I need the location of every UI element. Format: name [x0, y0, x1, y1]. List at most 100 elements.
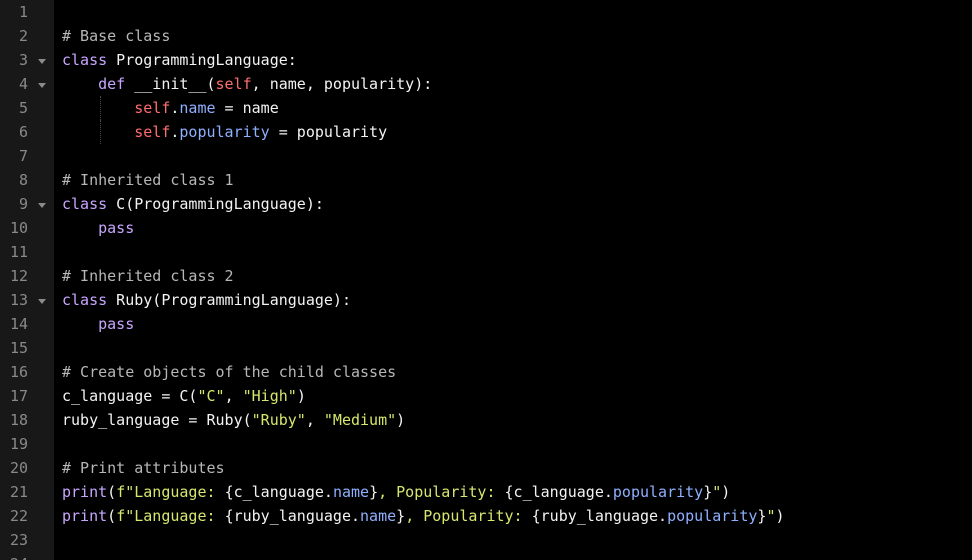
code-line[interactable]	[62, 0, 972, 24]
code-line[interactable]: class ProgrammingLanguage:	[62, 48, 972, 72]
code-token: pass	[98, 315, 135, 333]
code-token: class	[62, 195, 108, 213]
code-line[interactable]: # Base class	[62, 24, 972, 48]
line-number: 5	[18, 99, 28, 117]
code-token: , Popularity:	[378, 483, 505, 501]
code-token: popularity	[179, 123, 270, 141]
code-token: )	[296, 387, 306, 405]
fold-chevron-icon[interactable]	[36, 72, 48, 96]
code-area[interactable]: # Base class class ProgrammingLanguage: d…	[54, 0, 972, 560]
code-line[interactable]: def __init__(self, name, popularity):	[62, 72, 972, 96]
code-token: = name	[215, 99, 279, 117]
code-token: , Popularity:	[405, 507, 532, 525]
code-token: self	[215, 75, 252, 93]
line-number: 7	[18, 147, 28, 165]
gutter-row: 24	[0, 552, 54, 560]
line-number: 2	[18, 27, 28, 45]
code-token: "Ruby"	[251, 411, 306, 429]
code-line[interactable]: c_language = C("C", "High")	[62, 384, 972, 408]
code-line[interactable]: print(f"Language: {ruby_language.name}, …	[62, 504, 972, 528]
code-token: self	[134, 99, 171, 117]
gutter-row: 21	[0, 480, 54, 504]
code-token: ProgrammingLanguage:	[107, 51, 297, 69]
code-token: )	[396, 411, 406, 429]
line-number: 9	[18, 195, 28, 213]
code-token: c_language = C(	[62, 387, 198, 405]
code-line[interactable]: # Print attributes	[62, 456, 972, 480]
gutter-row: 14	[0, 312, 54, 336]
code-editor[interactable]: 123456789101112131415161718192021222324 …	[0, 0, 972, 560]
code-line[interactable]: class Ruby(ProgrammingLanguage):	[62, 288, 972, 312]
fold-chevron-icon[interactable]	[36, 48, 48, 72]
code-line[interactable]: class C(ProgrammingLanguage):	[62, 192, 972, 216]
code-token: )	[775, 507, 785, 525]
code-line[interactable]	[62, 432, 972, 456]
code-line[interactable]: pass	[62, 312, 972, 336]
code-token: # Create objects of the child classes	[62, 363, 397, 381]
line-number: 15	[9, 339, 28, 357]
code-token: (	[107, 483, 117, 501]
code-line[interactable]: # Inherited class 2	[62, 264, 972, 288]
gutter-row: 17	[0, 384, 54, 408]
line-number-gutter: 123456789101112131415161718192021222324	[0, 0, 54, 560]
gutter-row: 20	[0, 456, 54, 480]
gutter-row: 10	[0, 216, 54, 240]
code-line[interactable]: self.popularity = popularity	[62, 120, 972, 144]
code-token: }	[703, 483, 713, 501]
line-number: 21	[9, 483, 28, 501]
code-line[interactable]: # Inherited class 1	[62, 168, 972, 192]
code-token: C(ProgrammingLanguage):	[107, 195, 324, 213]
code-token: {c_language.	[504, 483, 613, 501]
code-token: }	[369, 483, 379, 501]
line-number: 12	[9, 267, 28, 285]
fold-chevron-icon[interactable]	[36, 288, 48, 312]
code-line[interactable]	[62, 144, 972, 168]
line-number: 6	[18, 123, 28, 141]
code-line[interactable]	[62, 528, 972, 552]
gutter-row: 8	[0, 168, 54, 192]
gutter-row: 3	[0, 48, 54, 72]
gutter-row: 13	[0, 288, 54, 312]
line-number: 8	[18, 171, 28, 189]
line-number: 14	[9, 315, 28, 333]
gutter-row: 12	[0, 264, 54, 288]
line-number: 17	[9, 387, 28, 405]
code-token: "Medium"	[323, 411, 397, 429]
code-token: __init__(	[125, 75, 216, 93]
code-line[interactable]: self.name = name	[62, 96, 972, 120]
code-line[interactable]: ruby_language = Ruby("Ruby", "Medium")	[62, 408, 972, 432]
line-number: 1	[18, 3, 28, 21]
code-line[interactable]: print(f"Language: {c_language.name}, Pop…	[62, 480, 972, 504]
code-token: popularity	[667, 507, 758, 525]
code-line[interactable]: # Create objects of the child classes	[62, 360, 972, 384]
code-token: f"Language:	[116, 483, 225, 501]
line-number: 20	[9, 459, 28, 477]
code-token: {ruby_language.	[531, 507, 668, 525]
code-line[interactable]	[62, 336, 972, 360]
gutter-row: 19	[0, 432, 54, 456]
indent-guide	[100, 120, 102, 144]
code-token: name	[332, 483, 370, 501]
line-number: 4	[18, 75, 28, 93]
line-number: 16	[9, 363, 28, 381]
code-line[interactable]	[62, 240, 972, 264]
line-number: 22	[9, 507, 28, 525]
code-token: = popularity	[269, 123, 388, 141]
code-token: self	[134, 123, 171, 141]
code-line[interactable]	[62, 552, 972, 560]
line-number: 24	[0, 552, 28, 560]
code-token: ,	[305, 411, 324, 429]
code-line[interactable]: pass	[62, 216, 972, 240]
fold-chevron-icon[interactable]	[36, 192, 48, 216]
line-number: 18	[9, 411, 28, 429]
gutter-row: 2	[0, 24, 54, 48]
line-number: 10	[9, 219, 28, 237]
code-token: class	[62, 291, 108, 309]
line-number: 3	[18, 51, 28, 69]
code-token: # Base class	[62, 27, 171, 45]
